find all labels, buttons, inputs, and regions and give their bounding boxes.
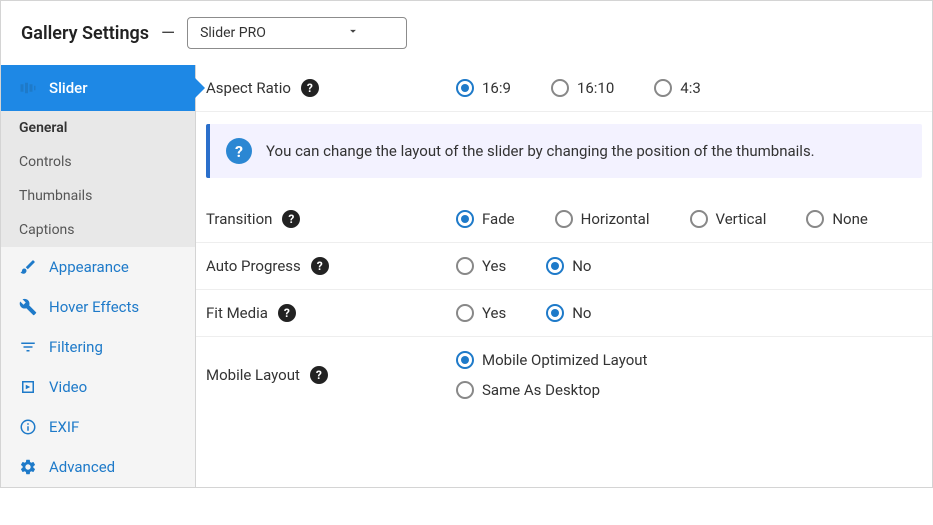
radio-label: Yes [482, 304, 506, 322]
radio-icon [654, 79, 672, 97]
radio-option[interactable]: Mobile Optimized Layout [456, 351, 647, 369]
slider-icon [19, 79, 37, 97]
radio-icon [690, 210, 708, 228]
radio-label: Yes [482, 257, 506, 275]
sidebar-tab-label: Slider [49, 79, 88, 97]
radio-option[interactable]: Yes [456, 257, 506, 275]
label-mobile: Mobile Layout [206, 366, 300, 384]
radio-option[interactable]: Horizontal [555, 210, 650, 228]
radio-icon [546, 304, 564, 322]
label-fitmedia: Fit Media [206, 304, 268, 322]
radio-label: No [572, 304, 591, 322]
radio-icon [456, 257, 474, 275]
aspect-options: 16:9 16:10 4:3 [456, 79, 701, 97]
sidebar-nav-video[interactable]: Video [1, 367, 195, 407]
header: Gallery Settings — Slider PRO [1, 1, 932, 65]
radio-icon [546, 257, 564, 275]
help-icon[interactable]: ? [310, 366, 328, 384]
radio-label: Vertical [716, 210, 767, 228]
radio-option[interactable]: Vertical [690, 210, 767, 228]
radio-option[interactable]: No [546, 257, 591, 275]
nav-label: Hover Effects [49, 298, 139, 316]
autoprog-options: Yes No [456, 257, 592, 275]
help-icon[interactable]: ? [282, 210, 300, 228]
radio-label: 16:10 [577, 79, 614, 97]
brush-icon [19, 258, 37, 276]
radio-option[interactable]: Fade [456, 210, 515, 228]
help-icon[interactable]: ? [278, 304, 296, 322]
nav-label: Filtering [49, 338, 103, 356]
radio-option[interactable]: Same As Desktop [456, 381, 600, 399]
sidebar-sub-thumbnails[interactable]: Thumbnails [1, 179, 195, 213]
radio-label: Same As Desktop [482, 381, 600, 399]
sidebar-nav-exif[interactable]: EXIF [1, 407, 195, 447]
label-aspect: Aspect Ratio [206, 79, 291, 97]
radio-option[interactable]: No [546, 304, 591, 322]
row-mobile: Mobile Layout ? Mobile Optimized Layout S… [196, 337, 932, 413]
info-icon [19, 418, 37, 436]
radio-icon [551, 79, 569, 97]
mobile-options: Mobile Optimized Layout Same As Desktop [456, 351, 647, 399]
row-transition: Transition ? Fade Horizontal Vertical None [196, 196, 932, 243]
radio-label: No [572, 257, 591, 275]
radio-option[interactable]: Yes [456, 304, 506, 322]
gear-icon [19, 458, 37, 476]
sidebar-nav-hover[interactable]: Hover Effects [1, 287, 195, 327]
sidebar-sub-controls[interactable]: Controls [1, 145, 195, 179]
radio-option[interactable]: 16:9 [456, 79, 511, 97]
radio-label: Fade [482, 210, 515, 228]
label-transition: Transition [206, 210, 272, 228]
radio-icon [456, 351, 474, 369]
radio-icon [806, 210, 824, 228]
radio-label: Horizontal [581, 210, 650, 228]
nav-label: Advanced [49, 458, 115, 476]
select-value: Slider PRO [200, 25, 266, 41]
wrench-icon [19, 298, 37, 316]
filter-icon [19, 338, 37, 356]
radio-label: 16:9 [482, 79, 511, 97]
help-icon[interactable]: ? [301, 79, 319, 97]
radio-icon [555, 210, 573, 228]
transition-options: Fade Horizontal Vertical None [456, 210, 868, 228]
radio-label: None [832, 210, 868, 228]
sidebar-sub-captions[interactable]: Captions [1, 213, 195, 247]
info-text: You can change the layout of the slider … [266, 142, 815, 160]
sidebar-nav-appearance[interactable]: Appearance [1, 247, 195, 287]
radio-icon [456, 304, 474, 322]
radio-option[interactable]: 4:3 [654, 79, 701, 97]
nav-label: EXIF [49, 418, 79, 436]
content-panel: Aspect Ratio ? 16:9 16:10 4:3 ? You can ch… [196, 65, 932, 487]
row-aspect-ratio: Aspect Ratio ? 16:9 16:10 4:3 [196, 65, 932, 112]
sidebar: Slider General Controls Thumbnails Capti… [1, 65, 196, 487]
nav-label: Appearance [49, 258, 129, 276]
chevron-down-icon [346, 24, 360, 42]
radio-icon [456, 381, 474, 399]
radio-icon [456, 210, 474, 228]
radio-option[interactable]: 16:10 [551, 79, 614, 97]
sidebar-sub-general[interactable]: General [1, 111, 195, 145]
info-icon: ? [226, 138, 252, 164]
gallery-type-select[interactable]: Slider PRO [187, 17, 407, 49]
radio-label: Mobile Optimized Layout [482, 351, 647, 369]
sidebar-tab-slider[interactable]: Slider [1, 65, 195, 111]
help-icon[interactable]: ? [311, 257, 329, 275]
dash: — [161, 23, 175, 44]
page-title: Gallery Settings [21, 23, 149, 44]
radio-label: 4:3 [680, 79, 701, 97]
fitmedia-options: Yes No [456, 304, 592, 322]
radio-icon [456, 79, 474, 97]
sidebar-nav-filtering[interactable]: Filtering [1, 327, 195, 367]
nav-label: Video [49, 378, 87, 396]
row-autoprogress: Auto Progress ? Yes No [196, 243, 932, 290]
radio-option[interactable]: None [806, 210, 868, 228]
video-icon [19, 378, 37, 396]
row-fitmedia: Fit Media ? Yes No [196, 290, 932, 337]
info-box: ? You can change the layout of the slide… [206, 124, 922, 178]
sidebar-nav-advanced[interactable]: Advanced [1, 447, 195, 487]
label-autoprog: Auto Progress [206, 257, 301, 275]
